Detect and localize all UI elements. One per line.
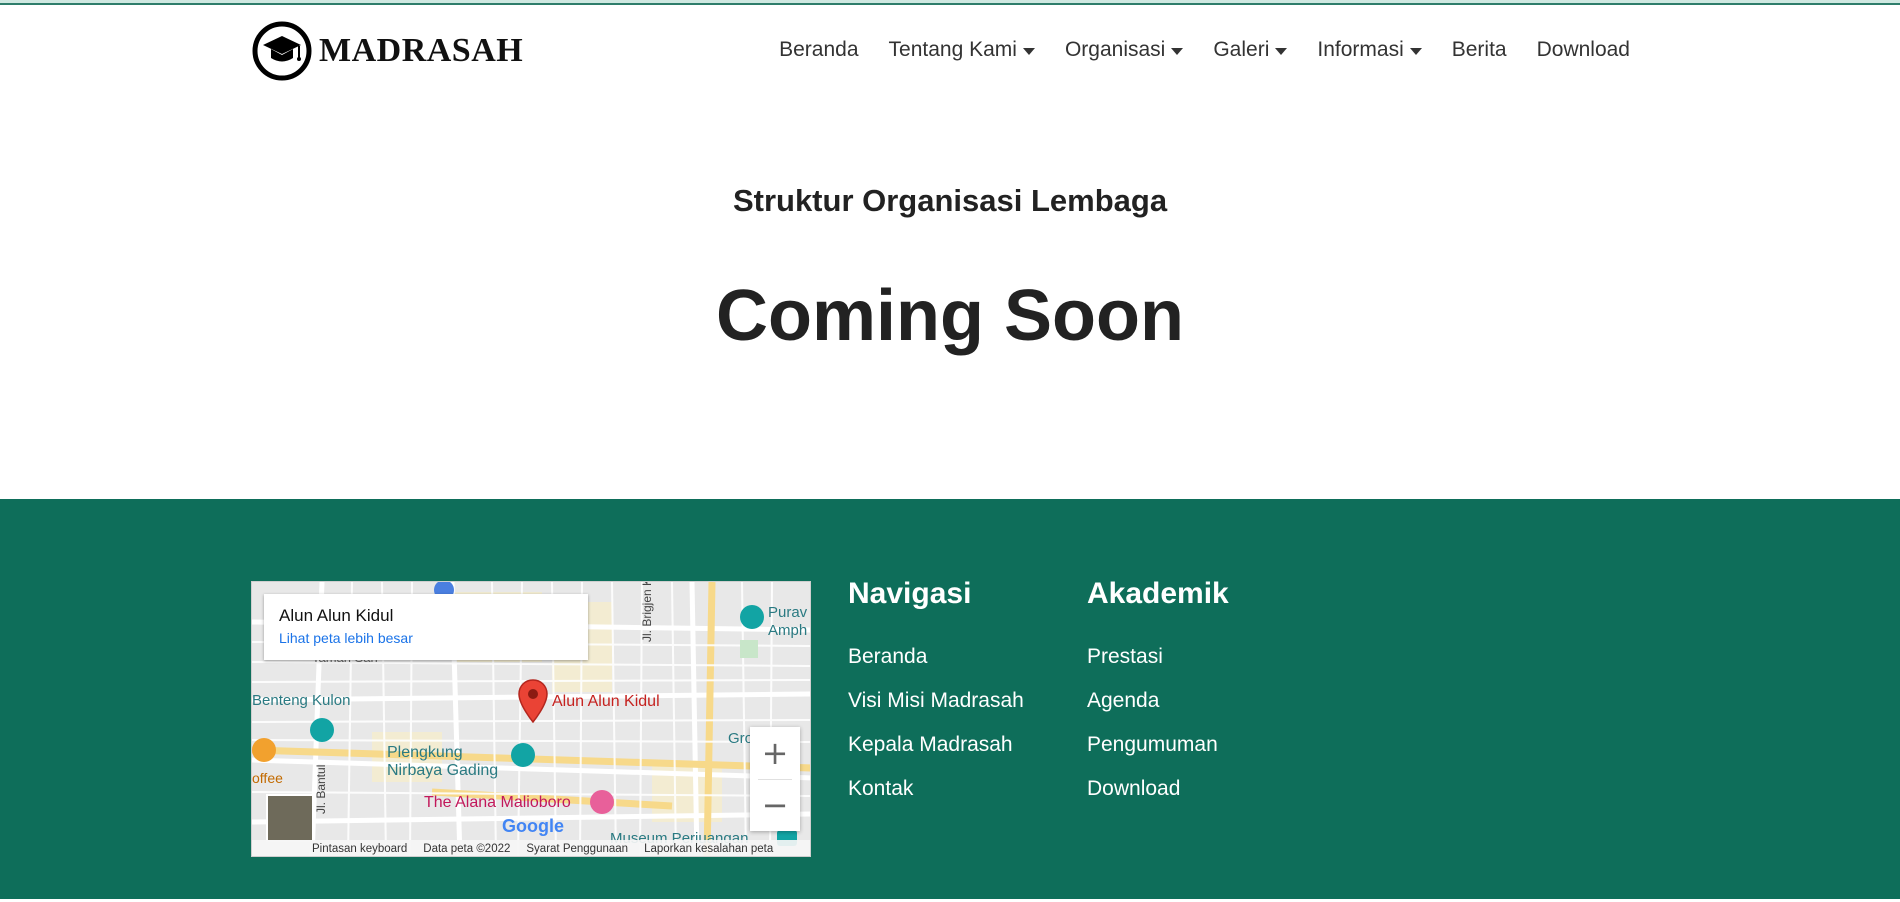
nav-item-galeri[interactable]: Galeri [1213,38,1288,62]
map-label-street-katamso: Jl. Brigjen Katamso [640,581,654,642]
map-marker-icon[interactable] [518,679,548,723]
footer: Benteng Kulon Plengkung Nirbaya Gading T… [0,499,1900,899]
report-error-link[interactable]: Laporkan kesalahan peta [644,843,773,855]
caret-down-icon [1022,47,1035,55]
brand-name: MADRASAH [319,32,524,69]
page-subtitle: Struktur Organisasi Lembaga [732,183,1168,218]
caret-down-icon [1409,47,1422,55]
google-logo-text: Google [502,816,564,836]
map-place-card: Alun Alun Kidul Lihat peta lebih besar [264,594,588,660]
map-data-text: Data peta ©2022 [423,843,511,855]
nav-item-informasi[interactable]: Informasi [1317,38,1422,62]
map-place-title: Alun Alun Kidul [279,606,394,625]
satellite-view-toggle[interactable] [266,794,314,842]
main-nav: Beranda Tentang Kami Organisasi Galeri I… [749,38,1630,62]
nav-item-label: Organisasi [1064,38,1166,61]
footer-link-kontak[interactable]: Kontak [848,777,1024,801]
map-zoom-controls: + − [750,727,800,831]
nav-item-tentang-kami[interactable]: Tentang Kami [889,38,1035,62]
nav-item-label: Tentang Kami [888,38,1017,61]
footer-link-kepala-madrasah[interactable]: Kepala Madrasah [848,733,1024,757]
footer-link-download[interactable]: Download [1087,777,1229,801]
footer-link-agenda[interactable]: Agenda [1087,689,1229,713]
zoom-in-button[interactable]: + [750,727,800,779]
map-label-benteng: Benteng Kulon [252,692,351,709]
view-larger-map-link[interactable]: Lihat peta lebih besar [279,630,573,646]
nav-item-beranda[interactable]: Beranda [779,38,858,62]
map-attribution-bar: Pintasan keyboard Data peta ©2022 Syarat… [252,840,810,856]
page-title: Coming Soon [716,276,1184,356]
footer-heading-navigasi: Navigasi [848,577,972,610]
nav-item-label: Galeri [1213,38,1270,61]
map-label-coffee: offee [252,770,283,786]
brand-logo-link[interactable]: MADRASAH [251,20,523,82]
map-label-street-bantul: Jl. Bantul [314,764,328,814]
nav-item-label: Download [1536,38,1630,61]
map-label-alana: The Alana Malioboro [424,794,571,811]
map-label-purawisata: Purav Amph [768,604,808,639]
main-content: Struktur Organisasi Lembaga Coming Soon [0,97,1900,499]
nav-item-organisasi[interactable]: Organisasi [1064,38,1184,62]
footer-col-akademik: Akademik Prestasi Agenda Pengumuman Down… [1087,577,1229,821]
footer-col-navigasi: Navigasi Beranda Visi Misi Madrasah Kepa… [848,577,1024,821]
footer-heading-akademik: Akademik [1087,577,1229,610]
zoom-out-button[interactable]: − [750,779,800,831]
footer-link-pengumuman[interactable]: Pengumuman [1087,733,1229,757]
keyboard-shortcuts-link[interactable]: Pintasan keyboard [312,843,407,855]
navbar: MADRASAH Beranda Tentang Kami Organisasi… [0,5,1900,97]
embedded-map[interactable]: Benteng Kulon Plengkung Nirbaya Gading T… [251,581,811,857]
nav-item-download[interactable]: Download [1537,38,1630,62]
terms-link[interactable]: Syarat Penggunaan [526,843,628,855]
footer-link-beranda[interactable]: Beranda [848,645,1024,669]
nav-item-label: Informasi [1317,38,1404,61]
caret-down-icon [1275,47,1288,55]
nav-item-label: Beranda [779,38,859,61]
map-marker-label: Alun Alun Kidul [552,693,660,710]
google-logo: Google [502,816,564,837]
caret-down-icon [1171,47,1184,55]
footer-link-prestasi[interactable]: Prestasi [1087,645,1229,669]
nav-item-berita[interactable]: Berita [1452,38,1507,62]
map-label-plengkung: Plengkung Nirbaya Gading [387,744,499,779]
footer-link-visi-misi[interactable]: Visi Misi Madrasah [848,689,1024,713]
graduation-cap-logo-icon [252,21,312,81]
nav-item-label: Berita [1451,38,1507,61]
